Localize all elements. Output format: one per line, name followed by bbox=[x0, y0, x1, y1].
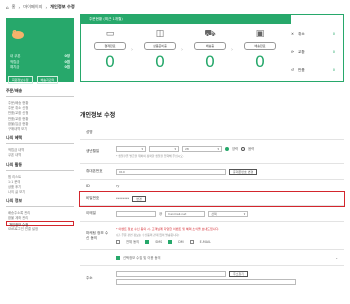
solar-radio[interactable] bbox=[225, 146, 229, 151]
find-address-button[interactable]: 주소찾기 bbox=[229, 271, 249, 277]
marketing-dm-checkbox[interactable] bbox=[168, 239, 173, 244]
order-step[interactable]: ◫ 상품준비중 0 bbox=[140, 29, 180, 71]
credit-card-icon: ▭ bbox=[105, 29, 115, 39]
chevron-down-icon: ▾ bbox=[243, 211, 246, 216]
exchange-icon: ⟳ bbox=[291, 50, 295, 54]
sidebar-item[interactable]: 쿠폰 내역 bbox=[6, 152, 74, 157]
email-domain-select[interactable]: 선택 ▾ bbox=[208, 210, 249, 217]
claim-exchange[interactable]: ⟳ 교환 0 bbox=[291, 43, 335, 61]
chevron-right-icon: › bbox=[231, 47, 233, 53]
profile-buttons: 회원정보수정 배송지관리 bbox=[8, 76, 59, 84]
form-row-id: ID ry bbox=[80, 180, 344, 192]
main-content: 주문현황 (최근 1개월) ▭ 결제완료 0 ◫ 상품준비중 0 ⛟ 배송중 0… bbox=[79, 14, 345, 285]
chevron-right-icon: › bbox=[131, 47, 133, 53]
sidebar: 주문/배송 주문/배송 현황 주문 취소 신청 반품/교환 신청 반품/교환 현… bbox=[6, 88, 74, 235]
x-icon: ✕ bbox=[291, 32, 295, 36]
claim-cancel[interactable]: ✕ 취소 0 bbox=[291, 25, 335, 43]
order-step[interactable]: ⛟ 배송중 0 bbox=[190, 29, 230, 71]
form-row-privacy: 선택정보 수집 및 이용 동의 ⌄ bbox=[80, 250, 344, 266]
email-id-input[interactable] bbox=[116, 210, 156, 217]
form-row-birth: 생년월일 ▾ ▾ 28 ▾ 양력 음력 * 생일쿠폰 발급을 위하여 정확한 생일… bbox=[80, 140, 344, 164]
lunar-radio[interactable] bbox=[241, 146, 246, 151]
claim-return[interactable]: ↺ 반품 0 bbox=[291, 61, 335, 79]
zipcode-input[interactable] bbox=[116, 271, 226, 277]
sidebar-item[interactable]: 나의 글 보기 bbox=[6, 189, 74, 194]
form-row-phone: 휴대폰번호 010 휴대폰번호 변경 bbox=[80, 164, 344, 180]
email-domain-input[interactable]: hanmail.net bbox=[165, 210, 206, 217]
form-row-address: 주소 주소찾기 bbox=[80, 266, 344, 290]
box-icon: ▣ bbox=[255, 29, 265, 39]
profile-stats: 내 쿠폰 0장 적립금 0원 예치금 0원 bbox=[6, 53, 74, 70]
profile-card bbox=[6, 18, 74, 82]
page-title: 개인정보 수정 bbox=[80, 112, 116, 119]
sidebar-item[interactable]: SNS로그인 연결 설정 bbox=[6, 226, 74, 231]
form-row-marketing: 마케팅 정보 수신 동의 * 이벤트 정보 수신 동의 시, 고객님께 다양한 … bbox=[80, 222, 344, 250]
chevron-right-icon: › bbox=[181, 47, 183, 53]
birth-year-select[interactable]: ▾ bbox=[116, 145, 146, 152]
chevron-down-icon: ▾ bbox=[141, 146, 143, 151]
breadcrumb: ⌂ 홈 › 마이페이지 › 개인정보 수정 bbox=[6, 4, 75, 10]
form-row-name: 성명 bbox=[80, 126, 344, 140]
sidebar-section-orders: 주문/배송 주문/배송 현황 주문 취소 신청 반품/교환 신청 반품/교환 현… bbox=[6, 88, 74, 131]
order-status-title: 주문현황 (최근 1개월) bbox=[81, 15, 291, 24]
sidebar-section-benefits: 나의 혜택 적립금 내역 쿠폰 내역 bbox=[6, 135, 74, 157]
phone-input[interactable]: 010 bbox=[116, 168, 226, 175]
marketing-email-checkbox[interactable] bbox=[189, 239, 194, 244]
order-steps: ▭ 결제완료 0 ◫ 상품준비중 0 ⛟ 배송중 0 ▣ 배송완료 0 bbox=[85, 29, 285, 71]
change-phone-button[interactable]: 휴대폰번호 변경 bbox=[229, 168, 258, 175]
delivery-truck-icon: ⛟ bbox=[204, 29, 216, 39]
breadcrumb-mypage[interactable]: 마이페이지 bbox=[23, 4, 42, 10]
return-icon: ↺ bbox=[291, 68, 295, 72]
profile-form: 성명 생년월일 ▾ ▾ 28 ▾ 양력 음력 * 생일쿠폰 발급을 위하여 정확한… bbox=[79, 126, 345, 290]
address-input[interactable] bbox=[116, 279, 296, 285]
shopping-bag-icon: ◫ bbox=[155, 29, 165, 39]
logo-icon bbox=[12, 30, 24, 39]
change-password-button[interactable]: 변경 bbox=[132, 195, 146, 202]
form-row-email: 이메일 @ hanmail.net 선택 ▾ bbox=[80, 206, 344, 222]
order-step[interactable]: ▣ 배송완료 0 bbox=[240, 29, 280, 71]
birth-month-select[interactable]: ▾ bbox=[149, 145, 179, 152]
order-status-box: 주문현황 (최근 1개월) ▭ 결제완료 0 ◫ 상품준비중 0 ⛟ 배송중 0… bbox=[80, 14, 344, 82]
order-step[interactable]: ▭ 결제완료 0 bbox=[90, 29, 130, 71]
address-manage-button[interactable]: 배송지관리 bbox=[36, 76, 59, 84]
marketing-sms-checkbox[interactable] bbox=[145, 239, 150, 244]
privacy-consent-checkbox[interactable] bbox=[116, 255, 120, 260]
stat-row[interactable]: 예치금 0원 bbox=[10, 64, 70, 70]
order-claims: ✕ 취소 0 ⟳ 교환 0 ↺ 반품 0 bbox=[291, 25, 335, 79]
form-row-password: 비밀번호 ******** 변경 bbox=[79, 191, 345, 207]
chevron-down-icon: ▾ bbox=[217, 146, 219, 151]
marketing-all-checkbox[interactable] bbox=[116, 239, 120, 244]
sidebar-section-info: 나의 정보 배송주소록 관리 환불 계좌 관리 개인정보 수정 SNS로그인 연… bbox=[6, 198, 74, 231]
breadcrumb-current: 개인정보 수정 bbox=[50, 4, 75, 9]
home-icon[interactable]: ⌂ bbox=[6, 5, 9, 10]
birth-day-select[interactable]: 28 ▾ bbox=[182, 145, 222, 152]
chevron-down-icon: ▾ bbox=[174, 146, 176, 151]
sidebar-item[interactable]: 구매내역 보기 bbox=[6, 126, 74, 131]
breadcrumb-home[interactable]: 홈 bbox=[12, 4, 16, 10]
edit-profile-button[interactable]: 회원정보수정 bbox=[8, 76, 33, 84]
chevron-down-icon[interactable]: ⌄ bbox=[335, 256, 338, 260]
sidebar-section-activity: 나의 활동 찜 리스트 1:1 문의 상품 후기 나의 글 보기 bbox=[6, 162, 74, 195]
